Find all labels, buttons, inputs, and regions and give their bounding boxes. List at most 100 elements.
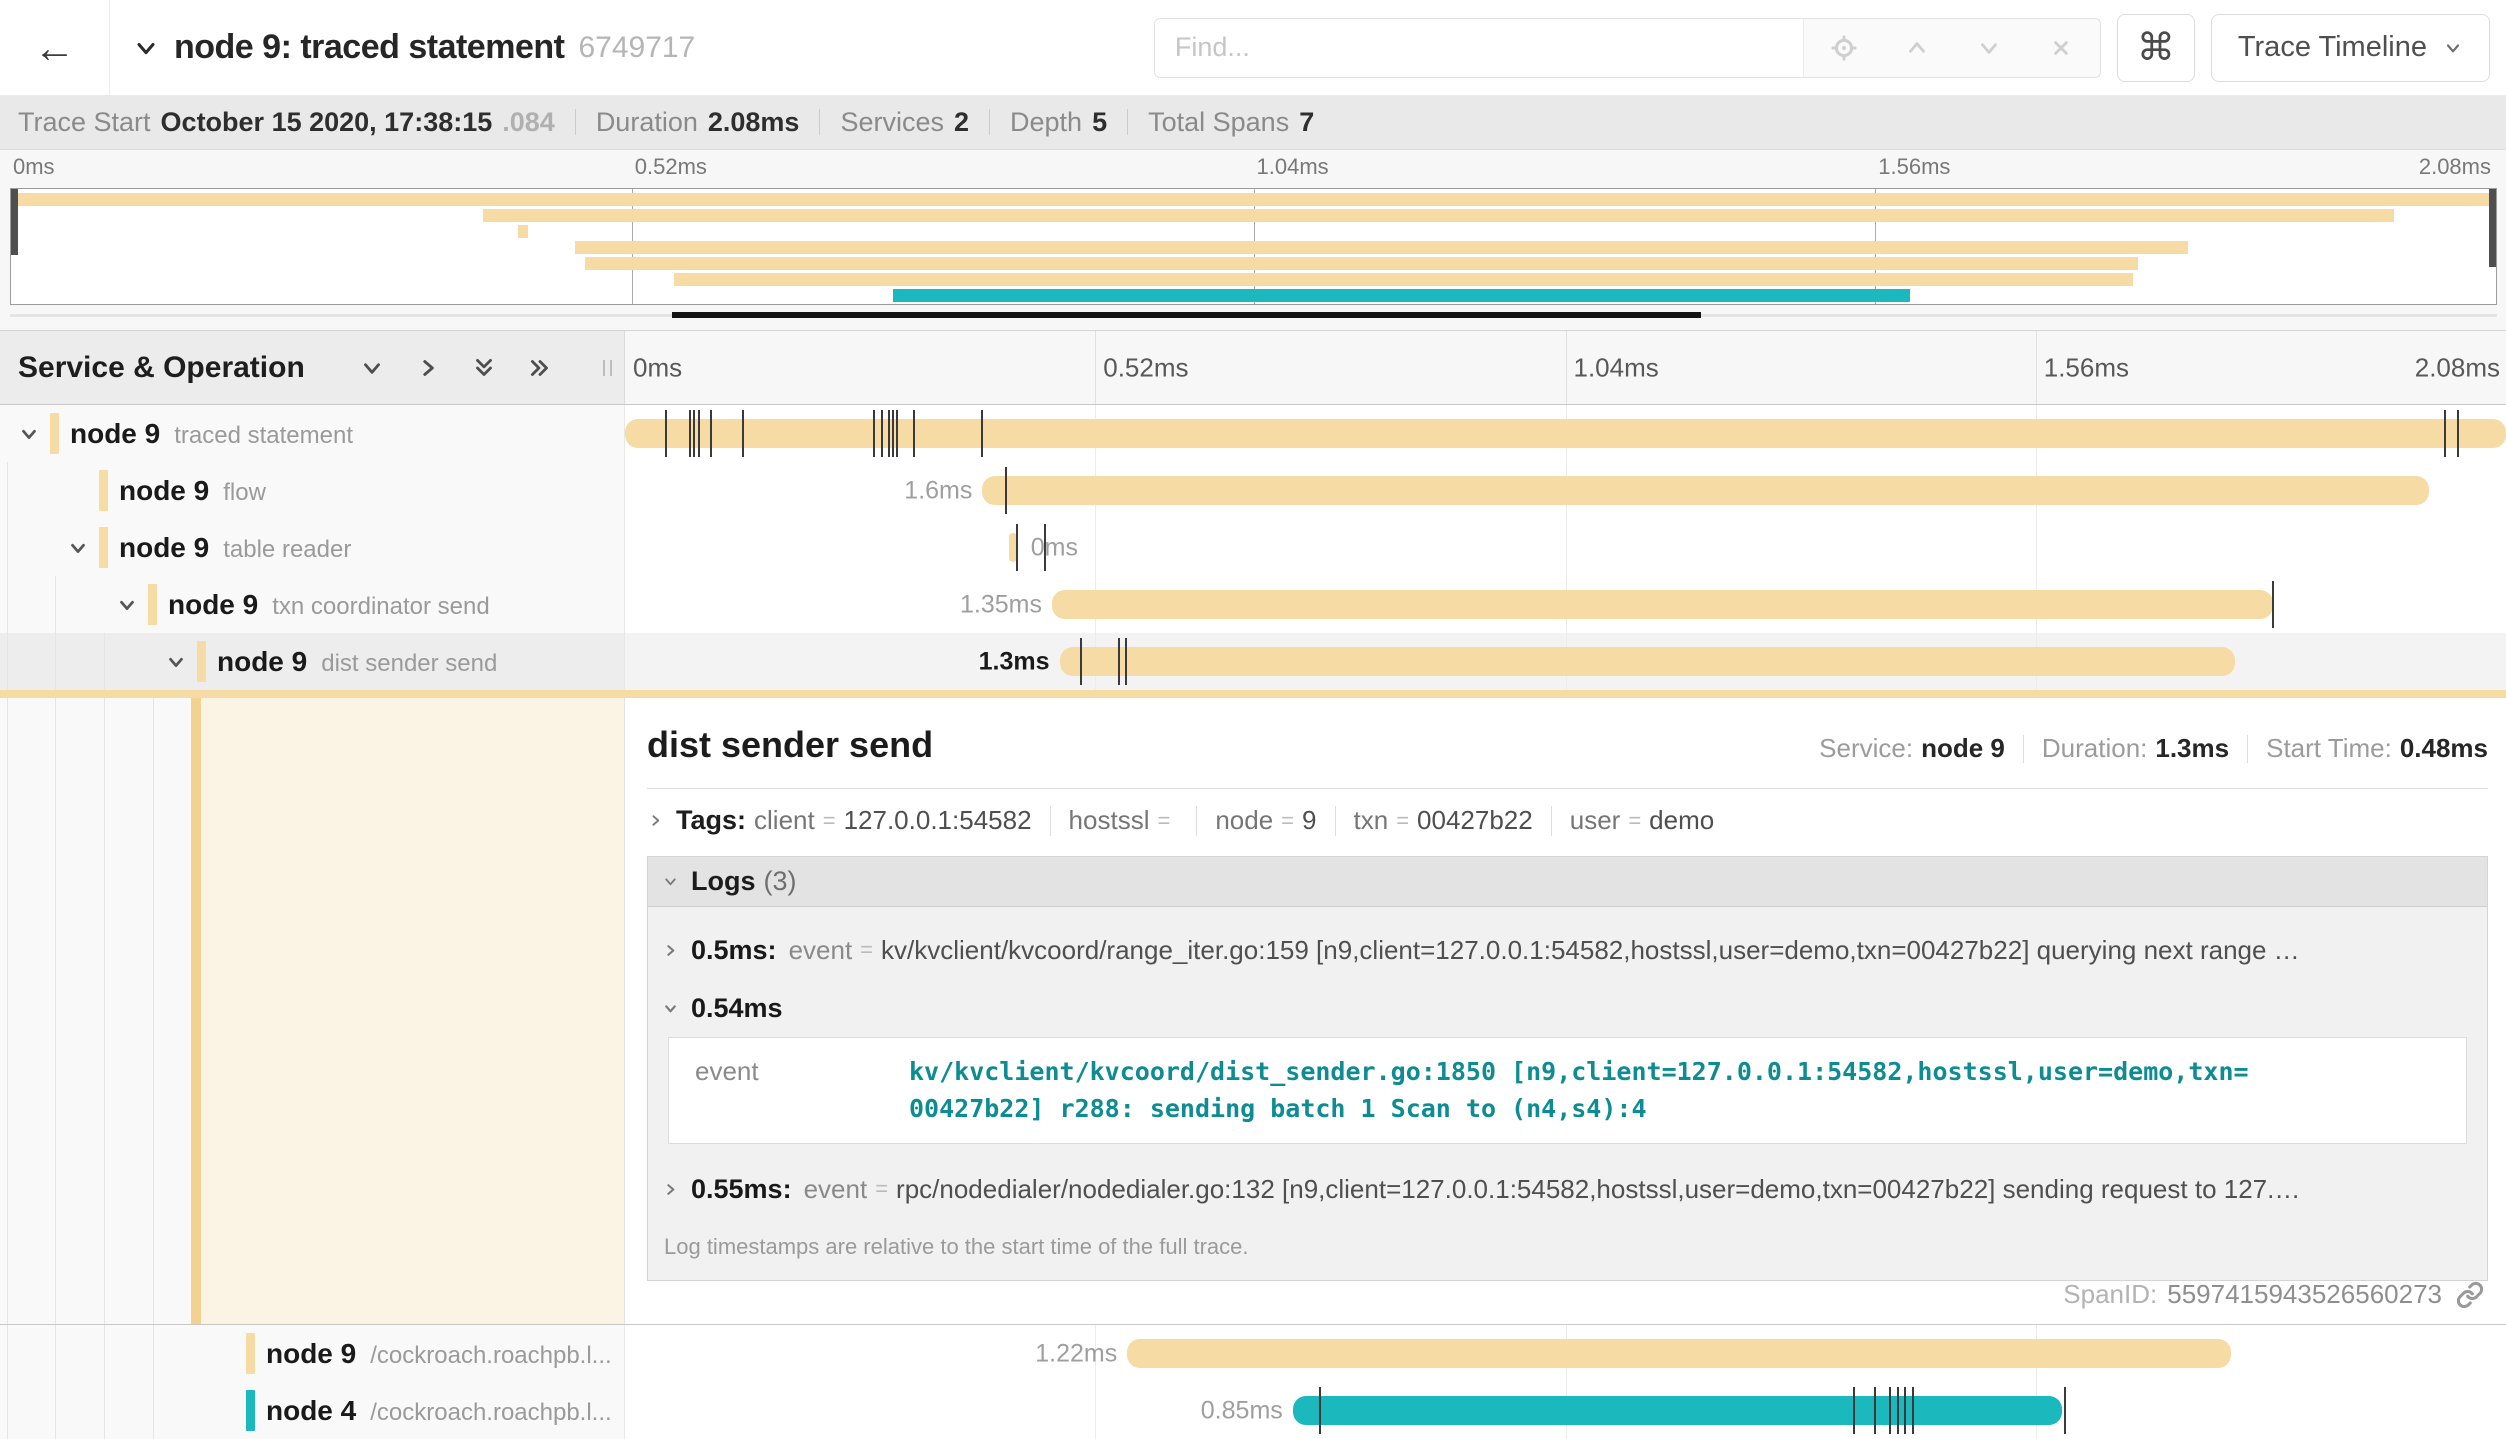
span-bar[interactable] xyxy=(1052,590,2273,619)
span-operation-name: flow xyxy=(223,479,266,507)
span-row[interactable]: node 9traced statement xyxy=(0,405,2506,462)
column-resizer-handle[interactable] xyxy=(603,360,612,376)
chevron-down-icon[interactable] xyxy=(132,34,160,62)
log-marker-tick xyxy=(913,410,915,457)
span-row-tree[interactable]: node 9flow xyxy=(0,462,625,519)
span-detail-accent xyxy=(0,690,2506,698)
minimap-canvas[interactable] xyxy=(10,188,2497,305)
summary-separator xyxy=(575,109,576,135)
minimap-scroll-thumb[interactable] xyxy=(672,312,1702,318)
span-service-name: node 9 xyxy=(266,1338,356,1370)
close-icon[interactable] xyxy=(2048,35,2074,61)
span-row-tree[interactable]: node 9/cockroach.roachpb.l... xyxy=(0,1325,625,1382)
summary-item-suffix: .084 xyxy=(502,107,555,138)
log-marker-tick xyxy=(1912,1387,1914,1434)
summary-item-value: October 15 2020, 17:38:15 xyxy=(161,107,493,138)
span-row-timeline[interactable] xyxy=(625,405,2506,462)
log-marker-tick xyxy=(2444,410,2446,457)
tags-row[interactable]: Tags: client=127.0.0.1:54582hostssl=node… xyxy=(647,805,2488,836)
service-operation-title: Service & Operation xyxy=(18,351,305,385)
log-entry-expanded-header[interactable]: 0.54ms xyxy=(648,981,2487,1035)
log-field-value: rpc/nodedialer/nodedialer.go:132 [n9,cli… xyxy=(896,1174,2465,1205)
trace-view-selector-label: Trace Timeline xyxy=(2238,31,2427,64)
span-row-timeline[interactable]: 1.6ms xyxy=(625,462,2506,519)
trace-id: 6749717 xyxy=(578,31,695,65)
locate-icon[interactable] xyxy=(1830,34,1858,62)
log-marker-tick xyxy=(1889,1387,1891,1434)
span-row[interactable]: node 9/cockroach.roachpb.l...1.22ms xyxy=(0,1325,2506,1382)
meta-value: 1.3ms xyxy=(2155,733,2229,764)
viewport-drag-handle-right[interactable] xyxy=(2489,189,2496,267)
span-color-bar xyxy=(99,527,108,568)
tag-value: 00427b22 xyxy=(1417,805,1533,836)
chevron-down-icon[interactable] xyxy=(67,537,89,559)
span-bar[interactable] xyxy=(1060,647,2236,676)
chevron-down-icon[interactable] xyxy=(116,594,138,616)
span-row[interactable]: node 9dist sender send1.3ms xyxy=(0,633,2506,690)
span-row-timeline[interactable]: 1.35ms xyxy=(625,576,2506,633)
summary-separator xyxy=(1127,109,1128,135)
span-row-timeline[interactable]: 0ms xyxy=(625,519,2506,576)
back-button[interactable]: ← xyxy=(0,0,110,95)
log-timestamp: 0.55ms: xyxy=(691,1174,792,1205)
expand-all-icon[interactable] xyxy=(527,355,553,381)
span-row[interactable]: node 9flow1.6ms xyxy=(0,462,2506,519)
trace-view-selector[interactable]: Trace Timeline xyxy=(2211,14,2490,82)
chevron-up-icon[interactable] xyxy=(1904,35,1930,61)
span-row-timeline[interactable]: 1.3ms xyxy=(625,633,2506,690)
viewport-drag-handle-left[interactable] xyxy=(11,189,18,255)
log-equals: = xyxy=(860,937,873,963)
axis-tick-label: 0.52ms xyxy=(632,154,707,180)
span-row-tree[interactable]: node 9txn coordinator send xyxy=(0,576,625,633)
axis-tick-label: 1.56ms xyxy=(1875,154,1950,180)
span-row[interactable]: node 9txn coordinator send1.35ms xyxy=(0,576,2506,633)
span-bar[interactable] xyxy=(1127,1339,2231,1368)
find-input[interactable] xyxy=(1155,19,1803,77)
meta-label: Duration: xyxy=(2042,733,2148,764)
keyboard-shortcuts-button[interactable]: ⌘ xyxy=(2117,14,2195,82)
log-marker-tick xyxy=(1118,638,1120,685)
chevron-down-icon[interactable] xyxy=(1976,35,2002,61)
tag-value: demo xyxy=(1649,805,1714,836)
span-row-timeline[interactable]: 0.85ms xyxy=(625,1382,2506,1439)
minimap-scrollbar[interactable] xyxy=(10,314,2497,317)
logs-header[interactable]: Logs (3) xyxy=(648,857,2487,907)
find-nav-buttons xyxy=(1803,19,2100,77)
span-bar[interactable] xyxy=(1293,1396,2062,1425)
span-row-tree[interactable]: node 4/cockroach.roachpb.l... xyxy=(0,1382,625,1439)
log-entry[interactable]: 0.55ms:event=rpc/nodedialer/nodedialer.g… xyxy=(648,1158,2487,1220)
logs-count: (3) xyxy=(764,866,797,897)
chevron-right-icon xyxy=(662,1181,679,1198)
top-bar: ← node 9: traced statement 6749717 ⌘ Tra… xyxy=(0,0,2506,95)
collapse-all-icon[interactable] xyxy=(471,355,497,381)
log-marker-tick xyxy=(1874,1387,1876,1434)
span-row-tree[interactable]: node 9table reader xyxy=(0,519,625,576)
expand-one-icon[interactable] xyxy=(415,355,441,381)
log-marker-tick xyxy=(693,410,695,457)
log-entry[interactable]: 0.5ms:event=kv/kvclient/kvcoord/range_it… xyxy=(648,919,2487,981)
collapse-one-icon[interactable] xyxy=(359,355,385,381)
logs-title: Logs xyxy=(691,866,756,897)
page-title: node 9: traced statement xyxy=(174,28,564,67)
log-marker-tick xyxy=(698,410,700,457)
span-operation-name: table reader xyxy=(223,536,351,564)
log-marker-tick xyxy=(2272,581,2274,628)
link-icon[interactable] xyxy=(2456,1281,2484,1309)
span-bar[interactable] xyxy=(625,419,2506,448)
chevron-down-icon[interactable] xyxy=(165,651,187,673)
timeline-gridline xyxy=(1566,519,1567,576)
span-row[interactable]: node 4/cockroach.roachpb.l...0.85ms xyxy=(0,1382,2506,1439)
log-marker-tick xyxy=(2064,1387,2066,1434)
span-color-bar xyxy=(246,1390,255,1431)
log-marker-tick xyxy=(689,410,691,457)
logs-body: 0.5ms:event=kv/kvclient/kvcoord/range_it… xyxy=(648,907,2487,1280)
tree-guide-line xyxy=(55,633,56,690)
trace-title-group[interactable]: node 9: traced statement 6749717 xyxy=(132,28,695,67)
span-row-tree[interactable]: node 9dist sender send xyxy=(0,633,625,690)
span-bar[interactable] xyxy=(982,476,2428,505)
span-row-timeline[interactable]: 1.22ms xyxy=(625,1325,2506,1382)
tree-guide-line xyxy=(153,1382,154,1439)
span-row-tree[interactable]: node 9traced statement xyxy=(0,405,625,462)
span-row[interactable]: node 9table reader0ms xyxy=(0,519,2506,576)
chevron-down-icon[interactable] xyxy=(18,423,40,445)
